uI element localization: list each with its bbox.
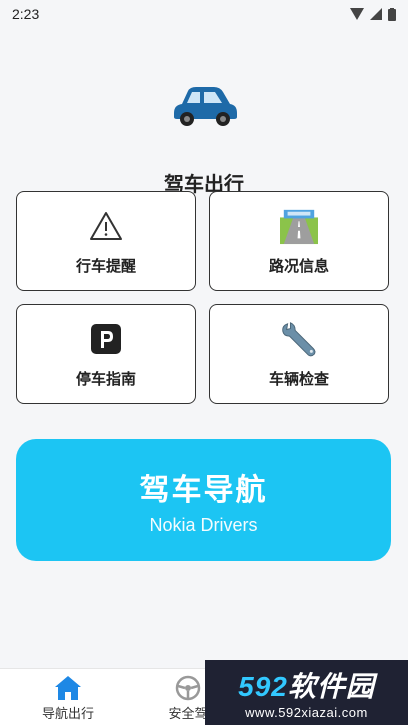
card-driving-reminder[interactable]: 行车提醒 xyxy=(16,191,196,291)
status-bar: 2:23 xyxy=(0,0,408,28)
card-label: 行车提醒 xyxy=(75,257,136,275)
signal-icon xyxy=(350,8,364,20)
car-icon xyxy=(174,87,237,126)
bottom-nav-item-navigation[interactable]: 导航出行 xyxy=(23,673,113,722)
watermark: 592软件园 www.592xiazai.com xyxy=(205,660,408,725)
card-label: 停车指南 xyxy=(75,370,136,388)
bottom-nav-label: 导航出行 xyxy=(41,706,94,721)
card-parking-guide[interactable]: 停车指南 xyxy=(16,304,196,404)
home-icon xyxy=(23,673,113,703)
nav-button-title: 驾车导航 xyxy=(139,473,268,507)
watermark-logo: 592软件园 xyxy=(238,665,375,705)
wrench-icon xyxy=(280,320,318,358)
nav-button-subtitle: Nokia Drivers xyxy=(149,514,258,535)
road-icon xyxy=(280,207,318,245)
warning-icon xyxy=(87,207,125,245)
card-traffic-info[interactable]: 路况信息 xyxy=(209,191,389,291)
card-label: 车辆检查 xyxy=(268,370,329,388)
watermark-url: www.592xiazai.com xyxy=(245,705,368,720)
status-time: 2:23 xyxy=(12,6,40,22)
drive-navigation-button[interactable]: 驾车导航 Nokia Drivers xyxy=(16,439,391,561)
watermark-number: 592 xyxy=(238,671,288,702)
cell-icon xyxy=(370,8,382,20)
battery-icon xyxy=(388,7,396,21)
parking-icon xyxy=(87,320,125,358)
watermark-brand: 软件园 xyxy=(287,671,375,702)
card-label: 路况信息 xyxy=(268,257,329,275)
card-vehicle-check[interactable]: 车辆检查 xyxy=(209,304,389,404)
status-icons xyxy=(350,7,396,21)
